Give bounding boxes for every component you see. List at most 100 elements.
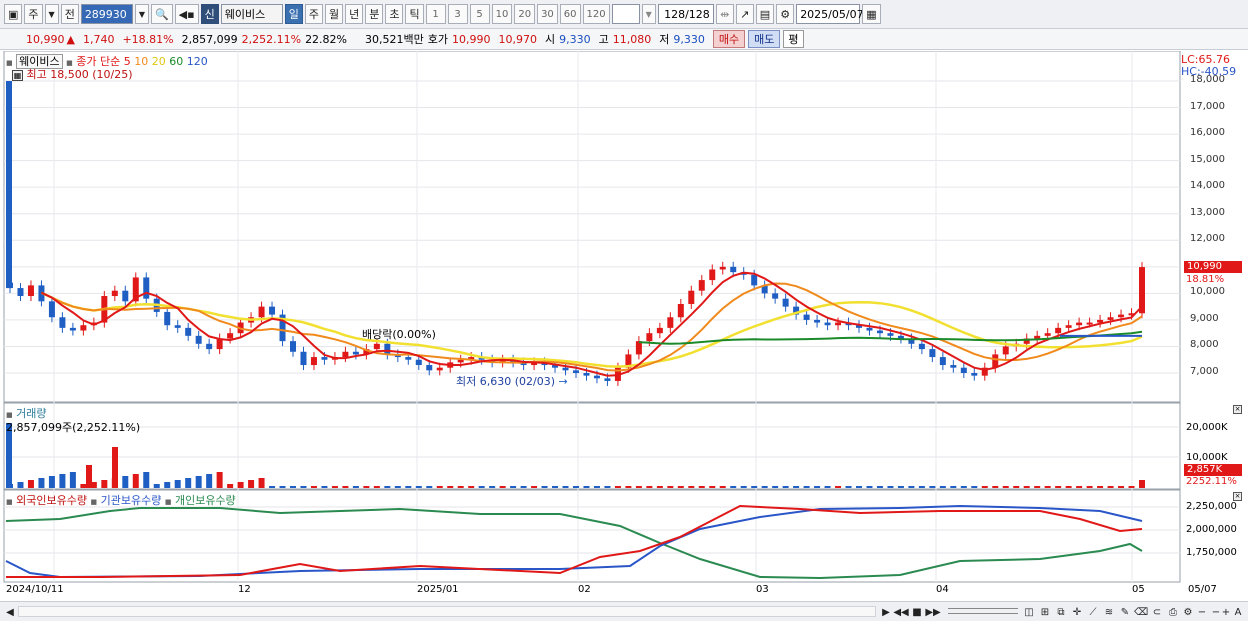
interval-custom-input[interactable]	[611, 4, 640, 24]
font-size-icon[interactable]: A	[1232, 604, 1244, 620]
interval-120[interactable]: 120	[582, 4, 610, 24]
zoom-slider[interactable]	[948, 608, 1018, 614]
period-year[interactable]: 년	[345, 4, 364, 24]
average-button[interactable]: 평	[783, 30, 804, 48]
volume-bar	[719, 486, 726, 488]
x-label-dec: 12	[238, 584, 251, 595]
volume-bar	[1139, 480, 1145, 488]
price-tick-label: 13,000	[1190, 206, 1225, 218]
market-select[interactable]: 주	[24, 4, 43, 24]
flow-pane-close-icon[interactable]: ×	[1233, 492, 1242, 501]
high-price: 11,080	[612, 32, 652, 46]
candle-body	[300, 351, 307, 366]
fibonacci-icon[interactable]: ≋	[1102, 604, 1116, 620]
candle-body	[1034, 335, 1041, 339]
current-pct-tag: 18.81%	[1186, 274, 1225, 285]
volume-bar	[635, 486, 642, 488]
scroll-left-icon[interactable]: ◀	[4, 604, 16, 620]
volume-bar	[740, 486, 747, 488]
volume-bar	[80, 484, 87, 488]
gear-icon[interactable]: ⚙	[776, 4, 795, 24]
candle-body	[80, 325, 87, 331]
candle-body	[269, 306, 276, 315]
sell-button[interactable]: 매도	[748, 30, 781, 48]
split-icon[interactable]: ⧉	[1054, 604, 1068, 620]
period-tick[interactable]: 틱	[405, 4, 424, 24]
interval-20[interactable]: 20	[514, 4, 536, 24]
crosshair-icon[interactable]: ✛	[1070, 604, 1084, 620]
candle-body	[1002, 346, 1009, 355]
bar-count-input[interactable]: 128/128	[657, 4, 714, 24]
interval-dropdown-icon[interactable]: ▼	[641, 4, 656, 24]
interval-10[interactable]: 10	[491, 4, 513, 24]
volume-bar	[248, 480, 255, 488]
stock-name-field[interactable]: 웨이비스	[220, 4, 283, 24]
volume-bar	[27, 480, 34, 488]
candle-body	[457, 359, 464, 363]
fast-forward-icon[interactable]: ▶▶	[925, 604, 940, 620]
settings-small-icon[interactable]: ⚙	[1182, 604, 1194, 620]
period-week[interactable]: 주	[304, 4, 323, 24]
rewind-icon[interactable]: ◀◀	[893, 604, 908, 620]
price-tick-label: 17,000	[1190, 100, 1225, 112]
window-icon[interactable]: ▣	[4, 4, 23, 24]
volume-bar	[929, 486, 936, 488]
buy-button[interactable]: 매수	[712, 30, 746, 48]
volume-bar	[426, 486, 433, 488]
trendline-icon[interactable]: ⟋	[1086, 604, 1100, 620]
speaker-icon[interactable]: ◀▪	[174, 4, 199, 24]
zoom-out-icon[interactable]: −	[1196, 604, 1208, 620]
market-dropdown-icon[interactable]: ▼	[44, 4, 59, 24]
chart-type-icon[interactable]: ◫	[1022, 604, 1036, 620]
volume-bar	[174, 480, 181, 488]
magnet-icon[interactable]: ⊂	[1150, 604, 1164, 620]
scroll-right-icon[interactable]: ▶	[880, 604, 892, 620]
pencil-icon[interactable]: ✎	[1118, 604, 1132, 620]
draw-tool-icon[interactable]: ↗	[735, 4, 754, 24]
capture-icon[interactable]: ⎙	[1166, 604, 1180, 620]
legend-institution[interactable]: 기관보유수량	[101, 494, 162, 507]
legend-individual[interactable]: 개인보유수량	[175, 494, 236, 507]
period-day[interactable]: 일	[284, 4, 303, 24]
interval-60[interactable]: 60	[559, 4, 581, 24]
volume-bar	[1065, 486, 1072, 488]
volume-bar	[730, 486, 737, 488]
search-icon[interactable]: 🔍	[150, 4, 173, 24]
volume-bar	[1086, 486, 1093, 488]
horizontal-scrollbar[interactable]	[18, 606, 876, 617]
volume-value: 2,857,099주(2,252.11%)	[6, 421, 141, 434]
prev-button[interactable]: 전	[60, 4, 79, 24]
stock-code-input[interactable]: 289930	[80, 4, 133, 24]
code-dropdown-icon[interactable]: ▼	[134, 4, 149, 24]
candle-body	[688, 290, 695, 304]
save-icon[interactable]: ▤	[755, 4, 775, 24]
date-input[interactable]: 2025/05/07	[796, 4, 864, 24]
x-label-feb: 02	[578, 584, 591, 595]
volume-bar	[688, 486, 695, 488]
eraser-icon[interactable]: ⌫	[1134, 604, 1148, 620]
volume-bar	[373, 486, 380, 488]
zoom-in-icon[interactable]: +	[1220, 604, 1232, 620]
calendar-icon[interactable]: ▦	[862, 4, 881, 24]
compare-icon[interactable]: ⇹	[715, 4, 734, 24]
candle-body	[122, 290, 129, 302]
period-second[interactable]: 초	[385, 4, 404, 24]
volume-bar	[824, 486, 831, 488]
lock-icon[interactable]: ▦	[12, 70, 23, 81]
period-minute[interactable]: 분	[365, 4, 384, 24]
volume-bar	[1044, 486, 1051, 488]
interval-3[interactable]: 3	[447, 4, 468, 24]
chart-canvas[interactable]	[0, 51, 1248, 600]
stop-icon[interactable]: ■	[910, 604, 924, 620]
legend-foreign[interactable]: 외국인보유수량	[16, 494, 87, 507]
period-month[interactable]: 월	[324, 4, 344, 24]
interval-30[interactable]: 30	[537, 4, 558, 24]
interval-5[interactable]: 5	[469, 4, 490, 24]
layout-icon[interactable]: ⊞	[1038, 604, 1052, 620]
candle-body	[1118, 314, 1125, 318]
volume-tag: 2,857K	[1184, 464, 1242, 476]
interval-1[interactable]: 1	[425, 4, 446, 24]
volume-pane-close-icon[interactable]: ×	[1233, 405, 1242, 414]
chart-area[interactable]: ■ 웨이비스 ■ 종가 단순 5 10 20 60 120 ▦ 최고 18,50…	[0, 51, 1248, 600]
candle-body	[730, 266, 737, 273]
